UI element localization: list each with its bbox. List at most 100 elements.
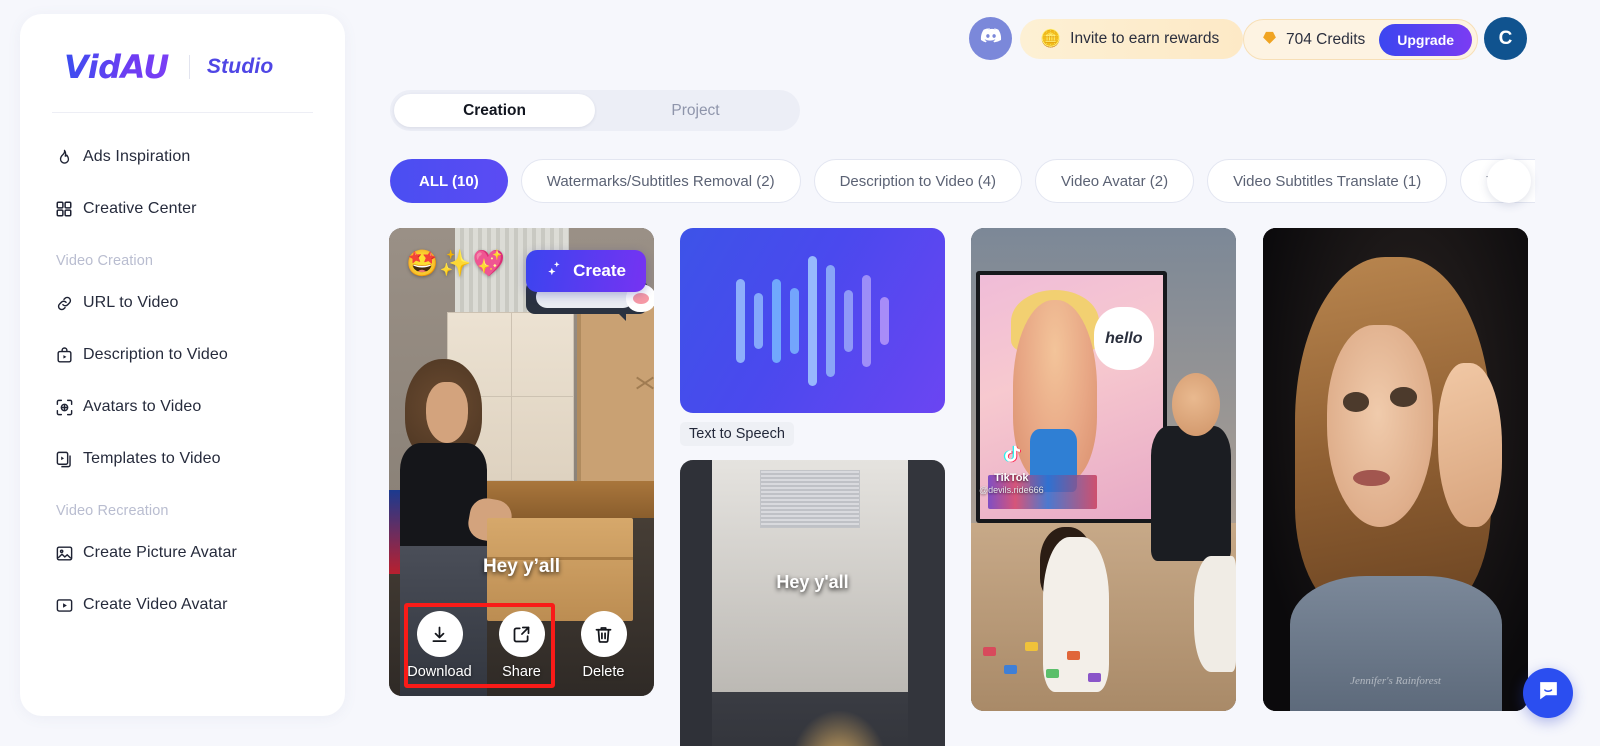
picture-icon — [54, 543, 74, 563]
brand-logo: VidAU — [64, 48, 169, 86]
card-thumbnail — [680, 460, 945, 746]
waveform-bar — [772, 278, 781, 363]
app-root: VidAU Studio Ads Inspiration Creative Ce… — [0, 0, 1600, 746]
sidebar: VidAU Studio Ads Inspiration Creative Ce… — [20, 14, 345, 716]
share-label: Share — [502, 664, 541, 680]
share-action[interactable]: Share — [493, 611, 550, 680]
grid-column: hello TikTok @devils.ride666 — [971, 228, 1236, 711]
create-button[interactable]: Create — [526, 250, 646, 292]
upgrade-button[interactable]: Upgrade — [1379, 23, 1473, 56]
tiktok-name: TikTok — [994, 472, 1029, 484]
avatar-target-icon — [54, 397, 74, 417]
create-button-label: Create — [573, 261, 626, 280]
tiktok-watermark: TikTok @devils.ride666 — [979, 444, 1044, 495]
download-icon — [416, 611, 463, 657]
sidebar-item-label: Description to Video — [83, 346, 228, 363]
card-emoji-overlay: 🤩✨💖 — [406, 248, 507, 278]
tv-hello-text: hello — [1093, 307, 1154, 371]
diamond-icon — [1261, 29, 1278, 51]
card-subtitle: Hey y'all — [776, 572, 849, 592]
sidebar-item-ads-inspiration[interactable]: Ads Inspiration — [38, 133, 327, 181]
sidebar-item-create-video-avatar[interactable]: Create Video Avatar — [38, 581, 327, 629]
filter-chip-video-avatar[interactable]: Video Avatar (2) — [1035, 159, 1195, 203]
waveform-bar — [880, 296, 889, 345]
coins-icon: 🪙 — [1040, 29, 1062, 48]
creation-card-tiktok-livingroom[interactable]: hello TikTok @devils.ride666 — [971, 228, 1236, 711]
filter-chips: ALL (10) Watermarks/Subtitles Removal (2… — [390, 159, 1535, 203]
card-action-bar: Download Share Delete — [389, 611, 654, 680]
tiktok-username: @devils.ride666 — [979, 485, 1044, 495]
flame-icon — [54, 147, 74, 167]
sidebar-item-avatars-to-video[interactable]: Avatars to Video — [38, 383, 327, 431]
waveform-bar — [808, 255, 817, 386]
credits-panel: 704 Credits Upgrade — [1243, 19, 1479, 60]
lego-pieces — [976, 634, 1151, 702]
templates-icon — [54, 449, 74, 469]
brand-product: Studio — [206, 55, 274, 78]
avatar[interactable]: C — [1484, 17, 1527, 60]
filter-chip-video-subtitles-translate[interactable]: Video Subtitles Translate (1) — [1207, 159, 1448, 203]
invite-to-earn-rewards-button[interactable]: 🪙 Invite to earn rewards — [1020, 19, 1244, 59]
creation-card-hallway[interactable]: Hey y'all — [680, 460, 945, 746]
creation-card-portrait[interactable]: Jennifer's Rainforest — [1263, 228, 1528, 711]
filter-chip-description-to-video[interactable]: Description to Video (4) — [813, 159, 1023, 203]
sidebar-item-url-to-video[interactable]: URL to Video — [38, 279, 327, 327]
creation-card-grid: 🤩✨💖 Create Hey y’all Download Share Dele… — [389, 228, 1549, 746]
sidebar-item-templates-to-video[interactable]: Templates to Video — [38, 435, 327, 483]
sidebar-item-label: Templates to Video — [83, 450, 221, 467]
tiktok-icon — [1001, 444, 1022, 471]
description-video-icon — [54, 345, 74, 365]
invite-label: Invite to earn rewards — [1070, 30, 1220, 47]
waveform-bar — [754, 292, 763, 349]
tab-switch: Creation Project — [390, 90, 800, 131]
waveform-bar — [736, 278, 745, 363]
link-icon — [54, 293, 74, 313]
sparkles-icon — [546, 259, 565, 283]
grid-column: Text to Speech Hey y'all — [680, 228, 945, 746]
creation-card-unboxing[interactable]: 🤩✨💖 Create Hey y’all Download Share Dele… — [389, 228, 654, 696]
sidebar-nav: Ads Inspiration Creative Center Video Cr… — [20, 113, 345, 629]
sidebar-item-label: Avatars to Video — [83, 398, 202, 415]
credits-label: 704 Credits — [1286, 30, 1366, 48]
card-thumbnail — [1263, 228, 1528, 711]
sidebar-item-label: Create Picture Avatar — [83, 544, 237, 561]
chevron-right-icon — [1500, 170, 1518, 193]
sidebar-item-label: URL to Video — [83, 294, 179, 311]
discord-icon — [979, 24, 1003, 53]
portrait-watermark: Jennifer's Rainforest — [1350, 675, 1441, 687]
header: 🪙 Invite to earn rewards 704 Credits Upg… — [345, 0, 1600, 78]
download-label: Download — [407, 664, 472, 680]
card-subtitle: Hey y’all — [482, 556, 561, 577]
filter-scroll-next-button[interactable] — [1487, 159, 1531, 203]
sidebar-item-label: Create Video Avatar — [83, 596, 228, 613]
chat-bubble-icon — [1536, 678, 1561, 708]
download-action[interactable]: Download — [407, 611, 472, 680]
waveform-bar — [826, 264, 835, 377]
filter-chip-bar: ALL (10) Watermarks/Subtitles Removal (2… — [390, 159, 1535, 203]
sidebar-item-create-picture-avatar[interactable]: Create Picture Avatar — [38, 529, 327, 577]
brand-separator — [188, 55, 190, 79]
card-caption-text-to-speech: Text to Speech — [680, 422, 794, 446]
sidebar-item-description-to-video[interactable]: Description to Video — [38, 331, 327, 379]
filter-chip-watermarks-subtitles-removal[interactable]: Watermarks/Subtitles Removal (2) — [520, 159, 801, 203]
delete-action[interactable]: Delete — [575, 611, 632, 680]
filter-chip-all[interactable]: ALL (10) — [390, 159, 508, 203]
tab-creation[interactable]: Creation — [394, 94, 595, 127]
sidebar-item-label: Creative Center — [83, 200, 197, 217]
share-icon — [498, 611, 545, 657]
discord-button[interactable] — [969, 17, 1012, 60]
sidebar-item-creative-center[interactable]: Creative Center — [38, 185, 327, 233]
tab-project[interactable]: Project — [595, 94, 796, 127]
sidebar-item-label: Ads Inspiration — [83, 148, 191, 165]
grid-column: Jennifer's Rainforest — [1263, 228, 1528, 711]
creation-card-text-to-speech[interactable] — [680, 228, 945, 413]
waveform-bar — [790, 287, 799, 354]
waveform-bar — [844, 289, 853, 352]
sidebar-group-video-recreation: Video Recreation — [56, 503, 169, 519]
brand[interactable]: VidAU Studio — [20, 14, 345, 88]
chat-support-button[interactable] — [1523, 668, 1573, 718]
trash-icon — [580, 611, 627, 657]
waveform-bar — [862, 274, 871, 367]
video-play-icon — [54, 595, 74, 615]
delete-label: Delete — [582, 664, 625, 680]
